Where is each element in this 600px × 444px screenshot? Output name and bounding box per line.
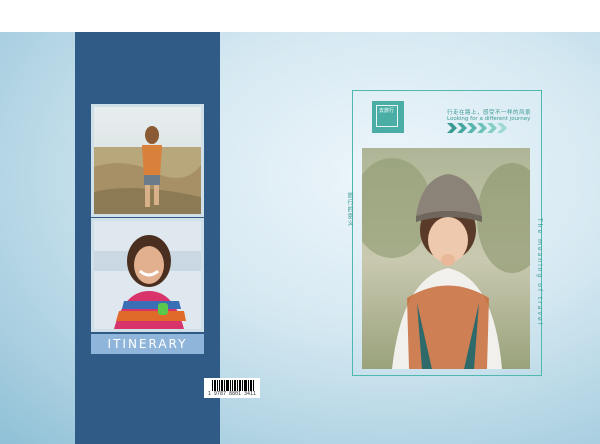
travel-logo: 去旅行 — [372, 101, 404, 133]
cover-main-photo — [362, 148, 530, 369]
vertical-english-title: The meaning of travel — [536, 218, 543, 327]
book-cover-canvas: ITINERARY 1 9787 8801 3411 去旅行 行走在路上，感受不… — [0, 32, 600, 444]
chevron-arrows-icon — [447, 123, 507, 133]
smiling-woman-photo — [91, 218, 204, 332]
vertical-chinese-title: 旅行的意义 — [346, 192, 353, 227]
logo-text: 去旅行 — [376, 105, 398, 127]
barcode-number: 1 9787 8801 3411 — [207, 391, 257, 397]
desert-walk-photo — [91, 104, 204, 217]
back-cover-panel: ITINERARY — [75, 32, 220, 444]
barcode-bars — [212, 380, 254, 391]
barcode: 1 9787 8801 3411 — [204, 378, 260, 398]
itinerary-label: ITINERARY — [91, 334, 204, 354]
english-caption: Looking for a different journey — [447, 116, 531, 122]
chinese-caption: 行走在路上，感受不一样的风景 — [447, 110, 532, 116]
